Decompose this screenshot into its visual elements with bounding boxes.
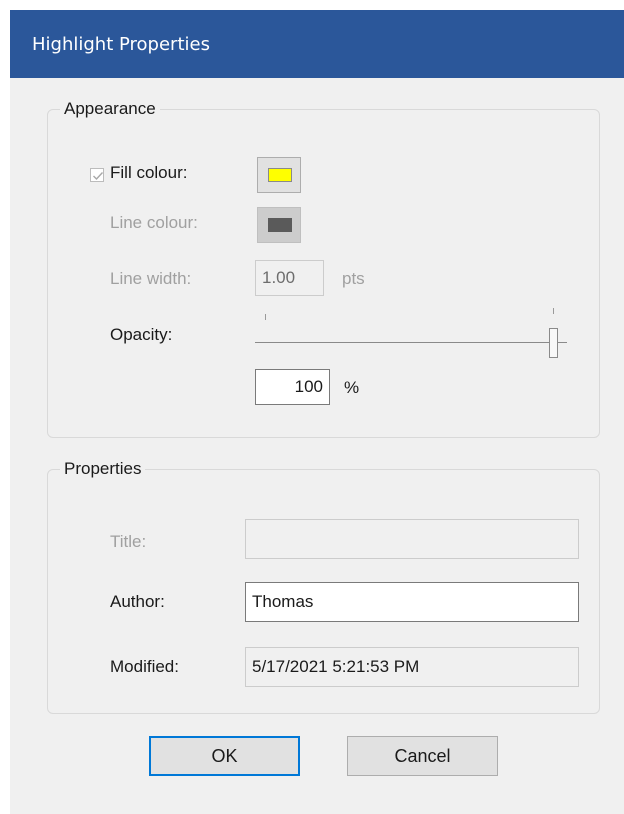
properties-legend: Properties: [60, 459, 146, 479]
title-label: Title:: [110, 532, 147, 551]
line-width-unit: pts: [342, 269, 365, 288]
author-input[interactable]: Thomas: [245, 582, 579, 622]
checkmark-icon: [93, 172, 104, 181]
slider-thumb[interactable]: [549, 328, 558, 358]
appearance-group: Appearance Fill colour: Line colour: Lin…: [47, 99, 600, 438]
cancel-button[interactable]: Cancel: [347, 736, 498, 776]
slider-tick-min: [265, 314, 266, 320]
title-input[interactable]: [245, 519, 579, 559]
opacity-slider[interactable]: [255, 308, 573, 358]
title-bar[interactable]: Highlight Properties: [10, 10, 624, 78]
line-colour-swatch: [268, 218, 292, 232]
fill-colour-checkbox[interactable]: [90, 168, 104, 182]
properties-group: Properties Title: Author: Thomas Modifie…: [47, 459, 600, 714]
line-width-input[interactable]: 1.00: [255, 260, 324, 296]
dialog-title: Highlight Properties: [32, 34, 210, 55]
modified-label: Modified:: [110, 657, 179, 676]
author-label: Author:: [110, 592, 165, 611]
line-colour-label: Line colour:: [110, 213, 198, 232]
fill-colour-button[interactable]: [257, 157, 301, 193]
fill-colour-swatch: [268, 168, 292, 182]
slider-track: [255, 342, 567, 343]
modified-value: 5/17/2021 5:21:53 PM: [245, 647, 579, 687]
ok-button[interactable]: OK: [149, 736, 300, 776]
highlight-properties-dialog: Highlight Properties Appearance Fill col…: [10, 10, 624, 814]
fill-colour-label: Fill colour:: [110, 163, 188, 182]
opacity-label: Opacity:: [110, 325, 173, 344]
opacity-unit: %: [344, 378, 360, 397]
opacity-input[interactable]: 100: [255, 369, 330, 405]
slider-tick-max: [553, 308, 554, 314]
appearance-legend: Appearance: [60, 99, 160, 119]
line-width-label: Line width:: [110, 269, 192, 288]
line-colour-button[interactable]: [257, 207, 301, 243]
